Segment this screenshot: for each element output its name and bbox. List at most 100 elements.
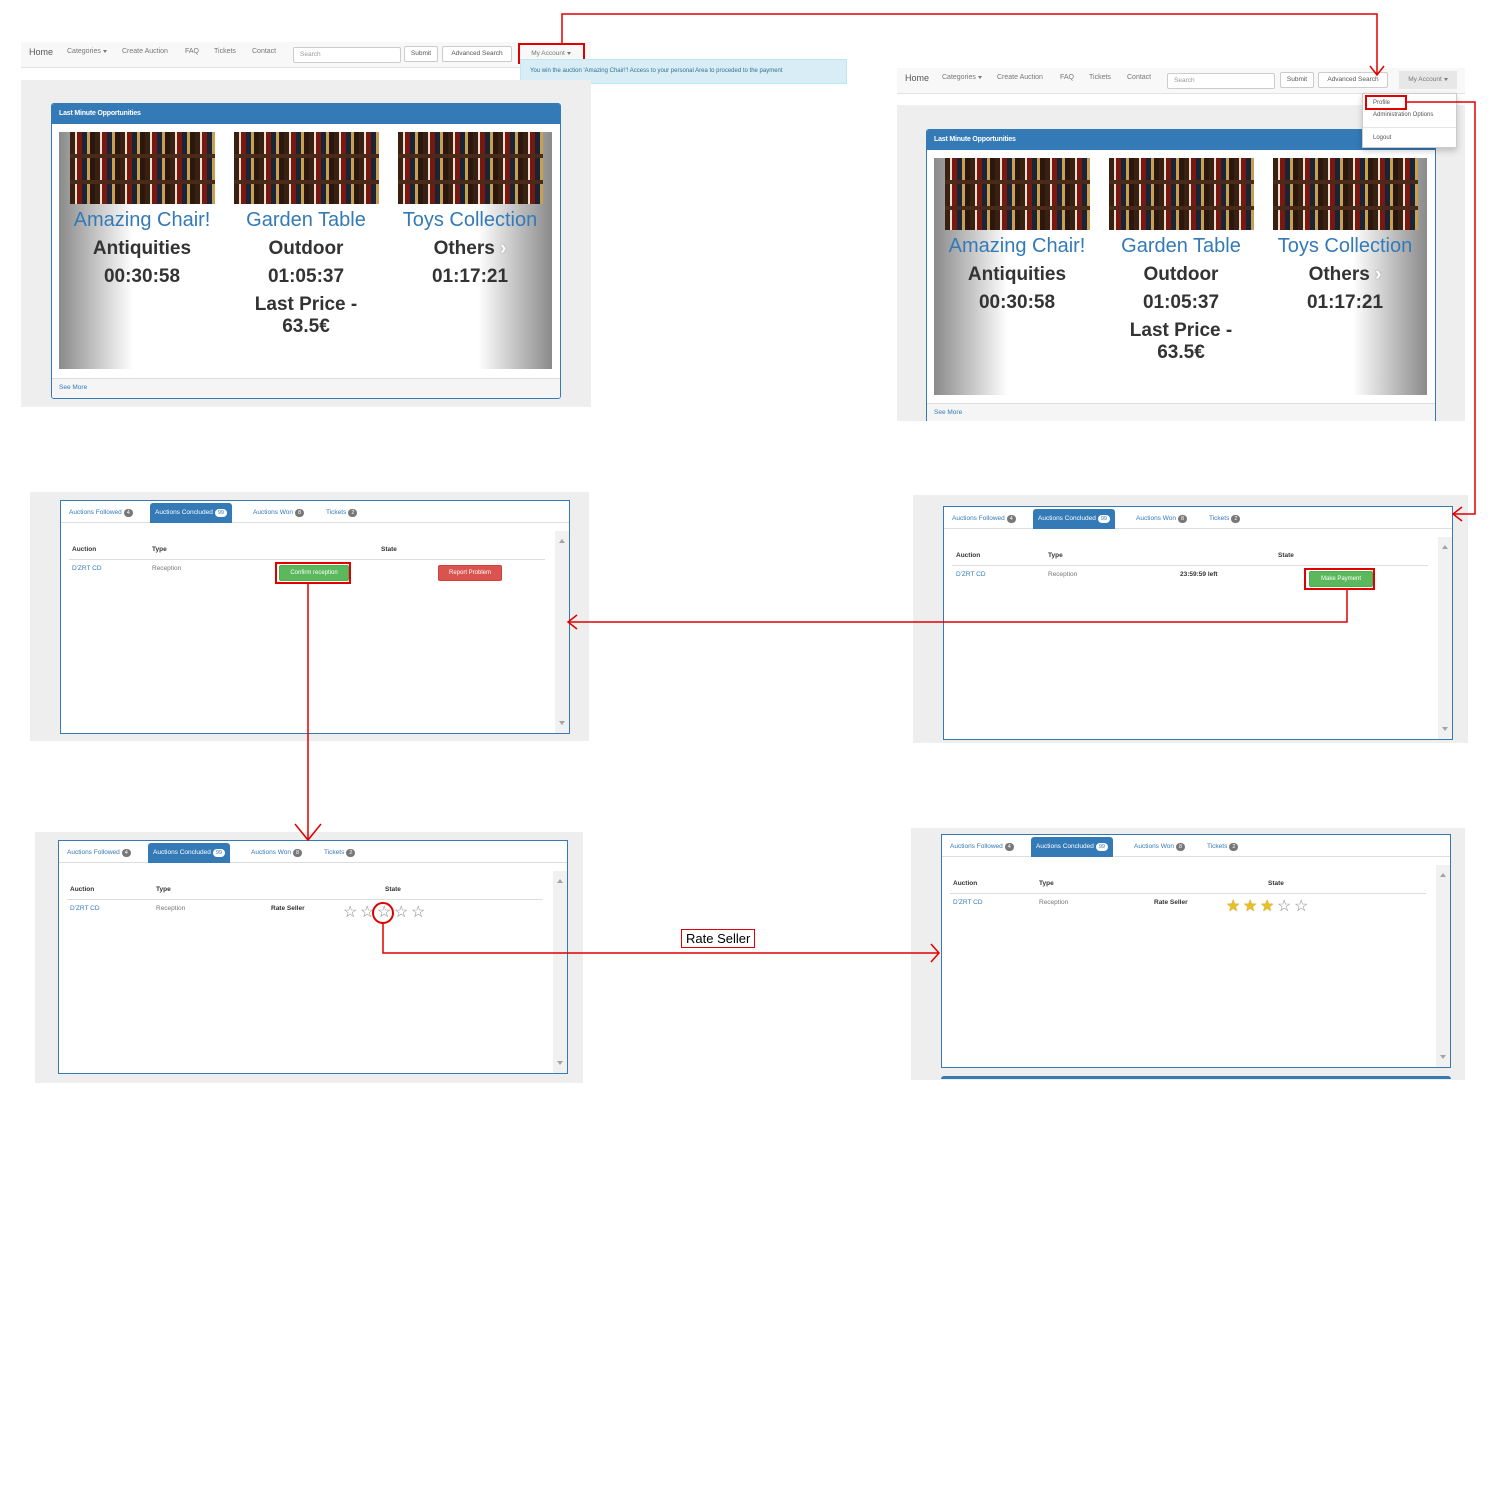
confirm-reception-button[interactable]: Confirm reception (279, 565, 349, 581)
nav-contact[interactable]: Contact (252, 48, 276, 55)
row-type: Reception (152, 565, 182, 572)
star-icon[interactable]: ★ (1243, 899, 1257, 915)
scrollbar[interactable] (553, 871, 567, 1073)
auction-category: Outdoor (268, 238, 344, 259)
rate-seller-annotation: Rate Seller (681, 929, 756, 948)
auction-name[interactable]: Toys Collection (1272, 235, 1418, 258)
my-account-dropdown[interactable]: My Account (1399, 71, 1457, 89)
menu-item-logout[interactable]: Logout (1373, 135, 1391, 141)
nav-categories[interactable]: Categories (942, 74, 982, 81)
tab-tickets[interactable]: Tickets 2 (1204, 509, 1245, 529)
tab-auctions-concluded[interactable]: Auctions Concluded 99 (148, 843, 230, 863)
scroll-down-icon[interactable] (559, 721, 565, 725)
auction-card[interactable]: Amazing Chair! Antiquities 00:30:58 (944, 158, 1090, 314)
auction-card[interactable]: Garden Table Outdoor 01:05:37 Last Price… (1108, 158, 1254, 364)
navbar-screen2: Home Categories Create Auction FAQ Ticke… (897, 68, 1465, 94)
auction-time-left: 01:05:37 (1142, 292, 1220, 313)
row-auction-link[interactable]: D'ZRT CD (953, 899, 983, 906)
tab-tickets[interactable]: Tickets 2 (319, 843, 360, 863)
carousel[interactable]: Amazing Chair! Antiquities 00:30:58 Gard… (934, 158, 1427, 395)
auction-name[interactable]: Toys Collection (397, 209, 543, 232)
auction-name[interactable]: Amazing Chair! (944, 235, 1090, 258)
submit-button[interactable]: Submit (1280, 72, 1314, 88)
nav-tickets[interactable]: Tickets (214, 48, 236, 55)
submit-button[interactable]: Submit (404, 46, 438, 62)
carousel[interactable]: Amazing Chair! Antiquities 00:30:58 Gard… (59, 132, 552, 369)
star-icon[interactable]: ☆ (394, 905, 408, 921)
star-icon[interactable]: ☆ (1277, 899, 1291, 915)
auction-category-label: Others (1308, 264, 1370, 285)
col-type: Type (152, 546, 167, 553)
tab-auctions-followed[interactable]: Auctions Followed 4 (945, 837, 1019, 857)
tab-tickets[interactable]: Tickets 2 (1202, 837, 1243, 857)
tab-label: Tickets (1207, 843, 1228, 850)
nav-categories[interactable]: Categories (67, 48, 107, 55)
auction-name[interactable]: Amazing Chair! (69, 209, 215, 232)
search-input[interactable]: Search (1167, 73, 1275, 89)
tab-auctions-concluded[interactable]: Auctions Concluded 99 (1031, 837, 1113, 857)
tab-auctions-followed[interactable]: Auctions Followed 4 (64, 503, 138, 523)
row-auction-link[interactable]: D'ZRT CD (72, 565, 102, 572)
auction-card[interactable]: Amazing Chair! Antiquities 00:30:58 (69, 132, 215, 288)
search-input[interactable]: Search (293, 47, 401, 63)
last-minute-panel-screen1: Last Minute Opportunities Amazing Chair!… (51, 103, 561, 399)
scroll-down-icon[interactable] (557, 1061, 563, 1065)
tab-auctions-concluded[interactable]: Auctions Concluded 99 (1033, 509, 1115, 529)
menu-item-administration[interactable]: Administration Options (1373, 112, 1433, 118)
concluded-panel-screen6: Auctions Followed 4 Auctions Concluded 99 … (941, 834, 1451, 1068)
row-time-left: 23:59:59 left (1180, 571, 1218, 578)
scrollbar[interactable] (1436, 865, 1450, 1067)
nav-faq[interactable]: FAQ (1060, 74, 1074, 81)
advanced-search-button[interactable]: Advanced Search (442, 46, 512, 62)
auction-name[interactable]: Garden Table (233, 209, 379, 232)
nav-contact[interactable]: Contact (1127, 74, 1151, 81)
scroll-up-icon[interactable] (1442, 545, 1448, 549)
scrollbar[interactable] (555, 531, 569, 733)
chevron-right-icon[interactable]: › (1375, 264, 1381, 285)
concluded-panel-screen4: Auctions Followed 4 Auctions Concluded 99 … (60, 500, 570, 734)
star-icon[interactable]: ☆ (411, 905, 425, 921)
scroll-up-icon[interactable] (1440, 873, 1446, 877)
scroll-up-icon[interactable] (557, 879, 563, 883)
advanced-search-button[interactable]: Advanced Search (1318, 72, 1388, 88)
scrollbar[interactable] (1438, 537, 1452, 739)
scroll-up-icon[interactable] (559, 539, 565, 543)
auction-card[interactable]: Toys Collection Others › 01:17:21 (1272, 158, 1418, 314)
tab-auctions-concluded[interactable]: Auctions Concluded 99 (150, 503, 232, 523)
count-badge: 4 (1004, 843, 1014, 851)
nav-create-auction[interactable]: Create Auction (122, 48, 168, 55)
auction-card[interactable]: Garden Table Outdoor 01:05:37 Last Price… (233, 132, 379, 338)
auction-name[interactable]: Garden Table (1108, 235, 1254, 258)
see-more-link[interactable]: See More (52, 378, 560, 398)
row-type: Reception (1048, 571, 1078, 578)
star-icon[interactable]: ☆ (343, 905, 357, 921)
star-icon[interactable]: ☆ (1294, 899, 1308, 915)
tab-auctions-won[interactable]: Auctions Won 8 (248, 503, 309, 523)
auction-card[interactable]: Toys Collection Others › 01:17:21 (397, 132, 543, 288)
report-problem-button[interactable]: Report Problem (438, 565, 502, 581)
nav-create-auction[interactable]: Create Auction (997, 74, 1043, 81)
menu-item-profile[interactable]: Profile (1373, 100, 1390, 106)
scroll-down-icon[interactable] (1440, 1055, 1446, 1059)
tab-auctions-won[interactable]: Auctions Won 8 (246, 843, 307, 863)
row-auction-link[interactable]: D'ZRT CD (70, 905, 100, 912)
nav-home[interactable]: Home (905, 73, 929, 83)
star-icon[interactable]: ★ (1226, 899, 1240, 915)
tab-auctions-followed[interactable]: Auctions Followed 4 (62, 843, 136, 863)
auction-image (944, 158, 1090, 230)
auction-image (1108, 158, 1254, 230)
tab-auctions-followed[interactable]: Auctions Followed 4 (947, 509, 1021, 529)
tab-auctions-won[interactable]: Auctions Won 8 (1131, 509, 1192, 529)
scroll-down-icon[interactable] (1442, 727, 1448, 731)
make-payment-button[interactable]: Make Payment (1309, 571, 1373, 587)
chevron-right-icon[interactable]: › (500, 238, 506, 259)
see-more-link[interactable]: See More (927, 403, 1435, 421)
nav-home[interactable]: Home (29, 47, 53, 57)
star-icon[interactable]: ★ (1260, 899, 1274, 915)
auction-category: Others › (1272, 264, 1418, 286)
nav-tickets[interactable]: Tickets (1089, 74, 1111, 81)
tab-auctions-won[interactable]: Auctions Won 8 (1129, 837, 1190, 857)
nav-faq[interactable]: FAQ (185, 48, 199, 55)
tab-tickets[interactable]: Tickets 2 (321, 503, 362, 523)
row-auction-link[interactable]: D'ZRT CD (956, 571, 986, 578)
